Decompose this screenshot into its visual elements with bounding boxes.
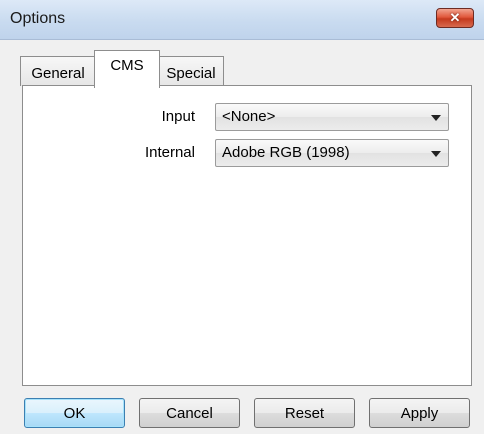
input-profile-value: <None> <box>222 108 276 125</box>
tab-special[interactable]: Special <box>158 56 224 86</box>
cms-tab-panel: Input <None> Internal Adobe RGB (1998) <box>22 85 472 386</box>
input-label: Input <box>161 108 195 125</box>
options-dialog: Options ✕ General CMS Special Input <Non… <box>0 0 484 434</box>
close-icon: ✕ <box>449 10 461 25</box>
chevron-down-icon <box>431 151 441 157</box>
tab-general[interactable]: General <box>20 56 96 86</box>
tab-cms[interactable]: CMS <box>94 50 160 88</box>
close-button[interactable]: ✕ <box>436 8 474 28</box>
cancel-button[interactable]: Cancel <box>139 398 240 428</box>
title-bar: Options ✕ <box>0 0 484 40</box>
reset-button[interactable]: Reset <box>254 398 355 428</box>
internal-profile-value: Adobe RGB (1998) <box>222 144 350 161</box>
internal-profile-select[interactable]: Adobe RGB (1998) <box>215 139 449 167</box>
input-profile-select[interactable]: <None> <box>215 103 449 131</box>
internal-label: Internal <box>144 144 195 161</box>
apply-button[interactable]: Apply <box>369 398 470 428</box>
window-title: Options <box>10 10 66 27</box>
chevron-down-icon <box>431 115 441 121</box>
ok-button[interactable]: OK <box>24 398 125 428</box>
